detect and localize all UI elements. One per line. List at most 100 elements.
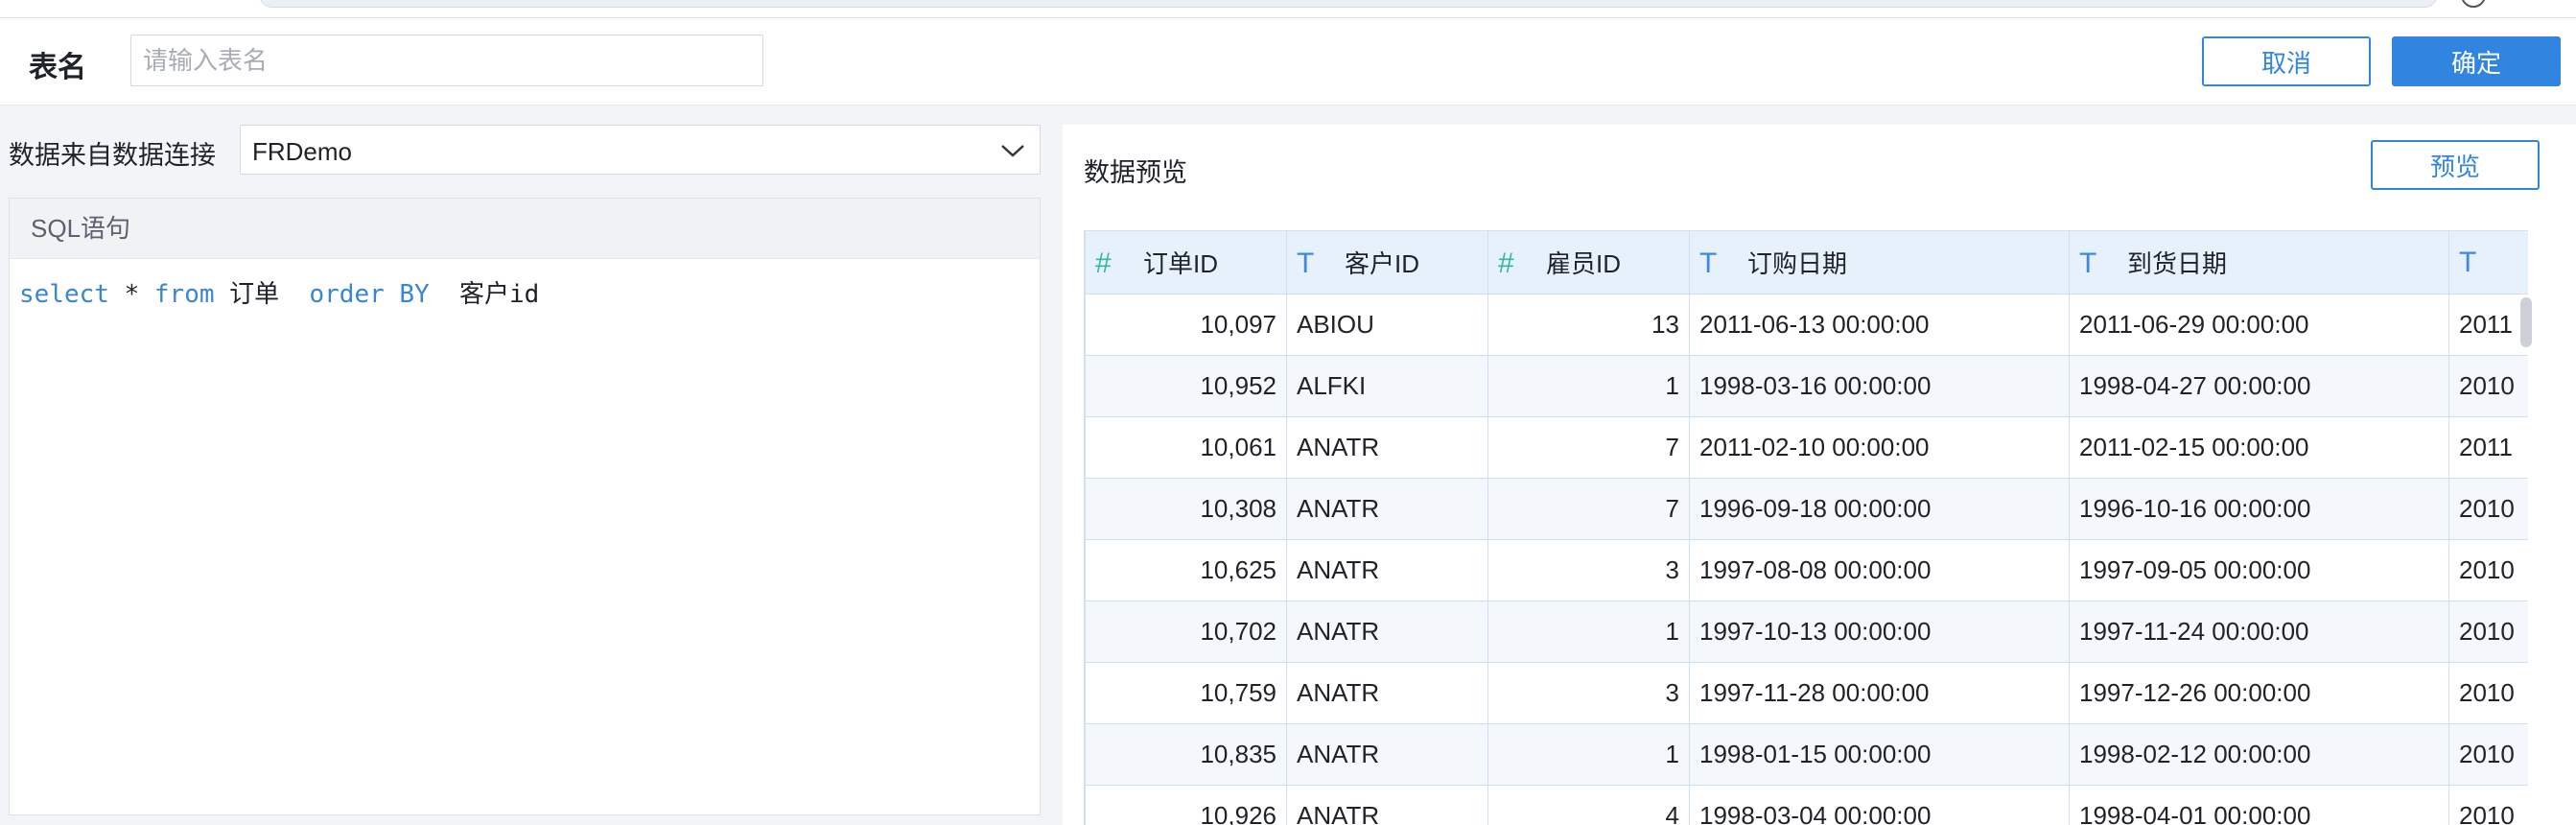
table-cell: 10,952 — [1085, 355, 1287, 417]
table-cell: ANATR — [1286, 662, 1488, 724]
table-cell: 7 — [1487, 478, 1690, 540]
top-bar — [0, 0, 2576, 18]
table-row[interactable]: 10,952 ALFKI 1 1998-03-16 00:00:00 1998-04-2… — [1085, 355, 2528, 417]
header-bar: 表名 取消 确定 — [0, 18, 2576, 106]
table-cell: 2011-06-13 00:00:00 — [1689, 294, 2070, 356]
table-cell: 10,097 — [1085, 294, 1287, 356]
sql-table-name: 订单 — [214, 280, 310, 309]
table-cell: 1997-11-24 00:00:00 — [2069, 601, 2449, 663]
table-cell: 10,625 — [1085, 539, 1287, 601]
preview-button[interactable]: 预览 — [2371, 140, 2540, 190]
table-cell: 2010 — [2448, 785, 2528, 825]
data-source-label: 数据来自数据连接 — [9, 141, 216, 170]
table-cell: 1997-09-05 00:00:00 — [2069, 539, 2449, 601]
data-preview-pane: 数据预览 预览 # 订单ID T 客户ID # 雇员ID T 订购日期 T 到货日期 T … — [1063, 125, 2576, 825]
table-cell: 1998-04-27 00:00:00 — [2069, 355, 2449, 417]
table-cell: 2011 — [2448, 416, 2528, 479]
table-cell: 1997-12-26 00:00:00 — [2069, 662, 2449, 724]
table-cell: ANATR — [1286, 785, 1488, 825]
sql-keyword-select: select — [19, 280, 109, 309]
table-cell: ALFKI — [1286, 355, 1488, 417]
column-header-label: 订单ID — [1143, 249, 1219, 278]
chevron-down-icon — [1001, 145, 1024, 157]
confirm-button[interactable]: 确定 — [2392, 36, 2561, 86]
table-row[interactable]: 10,097 ABIOU 13 2011-06-13 00:00:00 2011-06-… — [1085, 294, 2528, 356]
table-cell: 1997-11-28 00:00:00 — [1689, 662, 2070, 724]
table-cell: 1996-10-16 00:00:00 — [2069, 478, 2449, 540]
data-connection-value: FRDemo — [252, 137, 353, 166]
table-cell: 1 — [1487, 601, 1690, 663]
table-cell: ANATR — [1286, 416, 1488, 479]
table-cell: 1 — [1487, 723, 1690, 786]
table-row[interactable]: 10,702 ANATR 1 1997-10-13 00:00:00 1997-11-2… — [1085, 601, 2528, 663]
table-row[interactable]: 10,308 ANATR 7 1996-09-18 00:00:00 1996-10-1… — [1085, 478, 2528, 540]
table-cell: 1998-01-15 00:00:00 — [1689, 723, 2070, 786]
table-cell: 10,835 — [1085, 723, 1287, 786]
table-cell: ABIOU — [1286, 294, 1488, 356]
sql-editor[interactable]: SQL语句 select * from 订单 order BY 客户id — [9, 198, 1041, 815]
table-cell: 1996-09-18 00:00:00 — [1689, 478, 2070, 540]
help-icon[interactable] — [2461, 0, 2486, 8]
table-cell: 2011-06-29 00:00:00 — [2069, 294, 2449, 356]
table-cell: 1997-08-08 00:00:00 — [1689, 539, 2070, 601]
column-header-order-id[interactable]: # 订单ID — [1085, 230, 1287, 295]
data-preview-title: 数据预览 — [1084, 158, 1187, 187]
column-header-next[interactable]: T — [2448, 230, 2528, 295]
sql-editor-pane: 数据来自数据连接 FRDemo SQL语句 select * from 订单 o… — [0, 106, 1047, 825]
column-header-order-date[interactable]: T 订购日期 — [1689, 230, 2070, 295]
table-cell: ANATR — [1286, 539, 1488, 601]
table-row[interactable]: 10,625 ANATR 3 1997-08-08 00:00:00 1997-09-0… — [1085, 539, 2528, 601]
column-header-label: 客户ID — [1345, 249, 1420, 278]
table-cell: 10,702 — [1085, 601, 1287, 663]
table-cell: 2010 — [2448, 478, 2528, 540]
table-vertical-scrollbar[interactable] — [2520, 297, 2532, 347]
text-type-icon: T — [2079, 248, 2097, 279]
table-cell: 2010 — [2448, 662, 2528, 724]
number-type-icon: # — [1095, 248, 1112, 279]
table-cell: 1 — [1487, 355, 1690, 417]
table-row[interactable]: 10,926 ANATR 4 1998-03-04 00:00:00 1998-04-0… — [1085, 785, 2528, 825]
table-cell: 10,308 — [1085, 478, 1287, 540]
column-header-employee-id[interactable]: # 雇员ID — [1487, 230, 1690, 295]
table-cell: 4 — [1487, 785, 1690, 825]
column-header-label: 到货日期 — [2127, 249, 2228, 278]
sql-keyword-from: from — [153, 280, 215, 309]
table-header-row: # 订单ID T 客户ID # 雇员ID T 订购日期 T 到货日期 T — [1085, 230, 2528, 295]
sql-keyword-order-by: order BY — [309, 280, 430, 309]
cancel-button[interactable]: 取消 — [2202, 36, 2371, 86]
table-cell: 2010 — [2448, 601, 2528, 663]
table-name-input[interactable] — [130, 35, 763, 86]
table-cell: 2011 — [2448, 294, 2528, 356]
sql-editor-title: SQL语句 — [10, 199, 1040, 259]
number-type-icon: # — [1498, 248, 1514, 279]
table-cell: 1998-03-16 00:00:00 — [1689, 355, 2070, 417]
table-row[interactable]: 10,759 ANATR 3 1997-11-28 00:00:00 1997-12-2… — [1085, 662, 2528, 724]
table-row[interactable]: 10,835 ANATR 1 1998-01-15 00:00:00 1998-02-1… — [1085, 723, 2528, 786]
table-cell: 2011-02-15 00:00:00 — [2069, 416, 2449, 479]
text-type-icon: T — [1699, 248, 1718, 279]
sql-column-name: 客户id — [429, 280, 540, 309]
table-cell: 1998-02-12 00:00:00 — [2069, 723, 2449, 786]
table-cell: 2011-02-10 00:00:00 — [1689, 416, 2070, 479]
table-cell: 3 — [1487, 539, 1690, 601]
table-cell: 10,061 — [1085, 416, 1287, 479]
table-cell: 2010 — [2448, 723, 2528, 786]
table-cell: 10,759 — [1085, 662, 1287, 724]
sql-star: * — [108, 280, 154, 309]
sql-code-line[interactable]: select * from 订单 order BY 客户id — [10, 259, 1040, 310]
preview-table: # 订单ID T 客户ID # 雇员ID T 订购日期 T 到货日期 T 10,097 AB… — [1085, 230, 2528, 825]
table-cell: 2010 — [2448, 539, 2528, 601]
top-search-field[interactable] — [259, 0, 2438, 8]
column-header-customer-id[interactable]: T 客户ID — [1286, 230, 1488, 295]
table-cell: 1997-10-13 00:00:00 — [1689, 601, 2070, 663]
column-header-arrival-date[interactable]: T 到货日期 — [2069, 230, 2449, 295]
table-cell: 1998-03-04 00:00:00 — [1689, 785, 2070, 825]
data-connection-select[interactable]: FRDemo — [240, 125, 1041, 175]
table-cell: ANATR — [1286, 601, 1488, 663]
preview-table-container[interactable]: # 订单ID T 客户ID # 雇员ID T 订购日期 T 到货日期 T 10,097 AB… — [1084, 230, 2528, 825]
table-cell: ANATR — [1286, 723, 1488, 786]
column-header-label: 雇员ID — [1546, 249, 1622, 278]
table-name-label: 表名 — [29, 52, 86, 83]
table-row[interactable]: 10,061 ANATR 7 2011-02-10 00:00:00 2011-02-1… — [1085, 416, 2528, 479]
table-cell: ANATR — [1286, 478, 1488, 540]
